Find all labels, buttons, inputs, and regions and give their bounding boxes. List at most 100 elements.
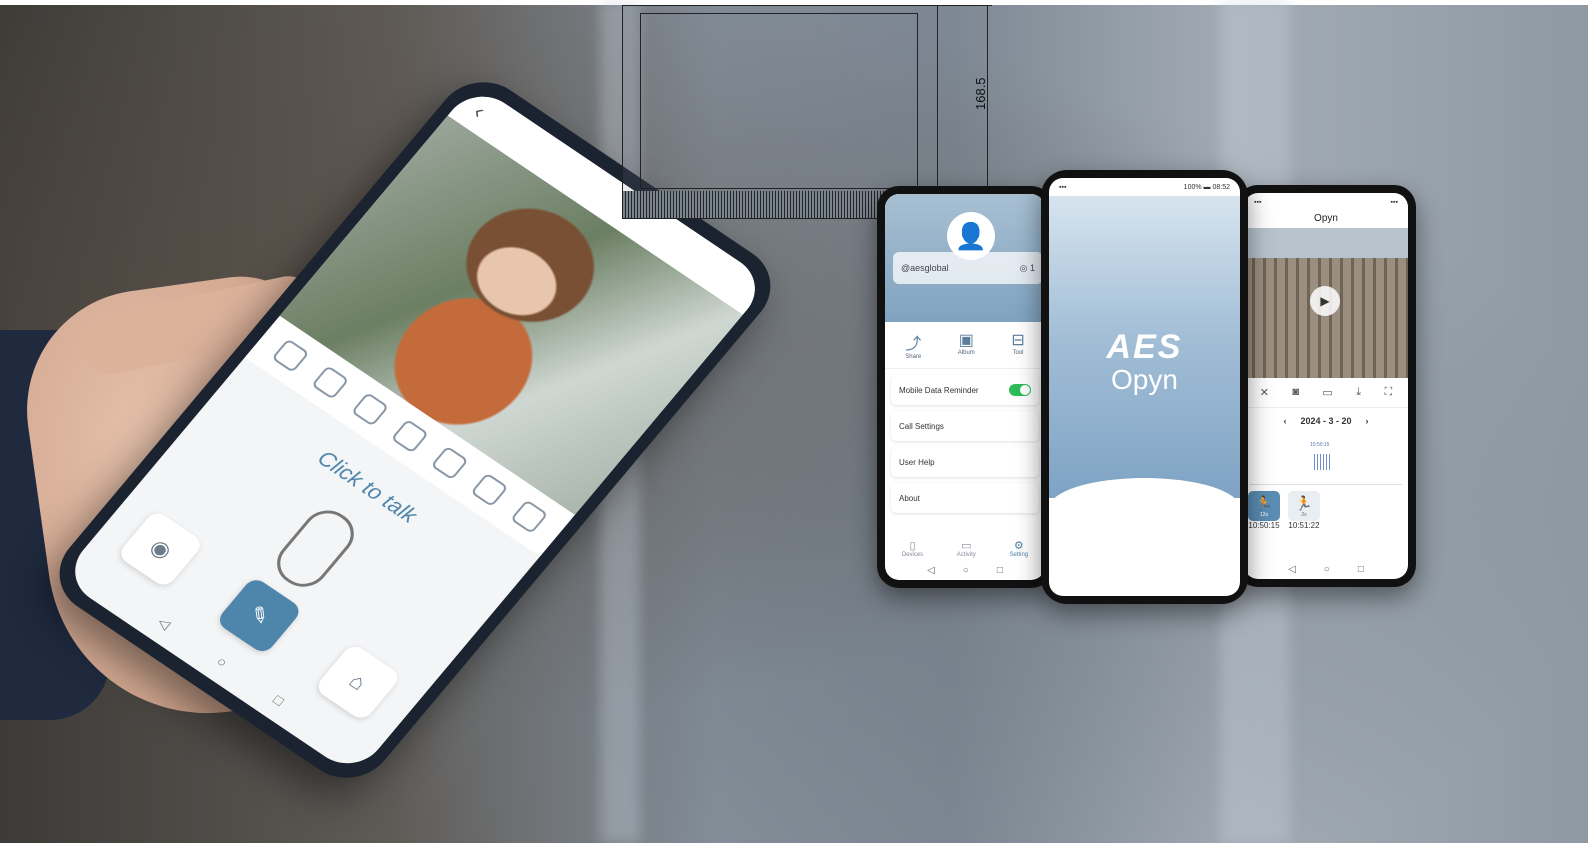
- page-title: Opyn: [1314, 213, 1338, 224]
- dimension-label: 168.5: [973, 77, 988, 110]
- back-nav-icon[interactable]: ◁: [154, 614, 174, 633]
- timeline[interactable]: 10:50:15: [1250, 434, 1402, 485]
- album-button[interactable]: ▣ Album: [958, 330, 975, 360]
- album-label: Album: [957, 350, 975, 356]
- splash-phone: ▪▪▪ 100% ▬ 08:52 AES Opyn: [1041, 170, 1248, 604]
- tab-setting[interactable]: ⚙ Setting: [1009, 539, 1028, 558]
- signal-icon: ▪▪▪: [1059, 183, 1067, 191]
- event-duration: 2s: [1301, 511, 1307, 518]
- battery-level: 100%: [1183, 183, 1202, 191]
- date-label: 2024 - 3 - 20: [1300, 416, 1352, 426]
- device-count-value: 1: [1029, 262, 1035, 273]
- speaker-icon[interactable]: [271, 338, 310, 373]
- motion-icon: 🏃 12s: [1248, 491, 1280, 521]
- tab-label: Activity: [956, 552, 976, 558]
- prev-date-icon[interactable]: ‹: [1283, 416, 1286, 426]
- event-item[interactable]: 🏃 2s 10:51:22: [1288, 491, 1320, 530]
- settings-screen: 👤 @aesglobal ◎ 1 ⤴ Share ▣ Album ⊟ Tool Mob…: [885, 194, 1045, 580]
- timeline-activity: [1314, 454, 1332, 470]
- recent-nav-icon[interactable]: □: [997, 565, 1003, 576]
- devices-icon: ▯: [909, 540, 916, 552]
- event-time: 10:51:22: [1288, 521, 1320, 530]
- row-label: Mobile Data Reminder: [899, 385, 979, 395]
- tab-label: Devices: [901, 552, 924, 558]
- event-time: 10:50:15: [1248, 521, 1280, 530]
- talk-button[interactable]: ✎: [214, 575, 304, 656]
- share-icon: ⤴: [905, 336, 922, 353]
- dimension-extension-top: [936, 5, 992, 6]
- date-selector: ‹ 2024 - 3 - 20 ›: [1244, 408, 1408, 434]
- system-nav: ◁ ○ □: [885, 565, 1045, 576]
- status-bar: ▪▪▪ ▪▪▪: [1254, 198, 1398, 206]
- tool-button[interactable]: ⊟ Tool: [1011, 330, 1024, 360]
- back-nav-icon[interactable]: ◁: [927, 565, 935, 576]
- image-icon: ▣: [958, 332, 974, 349]
- settings-row-mobile-data[interactable]: Mobile Data Reminder: [891, 375, 1039, 405]
- recent-nav-icon[interactable]: □: [269, 691, 287, 709]
- play-icon[interactable]: ▶: [1310, 286, 1340, 316]
- unlock-button[interactable]: ⌂: [313, 642, 402, 722]
- tool-label: Tool: [1012, 350, 1024, 356]
- gear-icon: ⚙: [1013, 540, 1024, 552]
- video-controls: ✕ ◙ ▭ ⤓ ⛶: [1244, 378, 1408, 408]
- back-nav-icon[interactable]: ◁: [1288, 564, 1296, 575]
- status-time: 08:52: [1212, 183, 1230, 191]
- event-list: 🏃 12s 10:50:15 🏃 2s 10:51:22: [1244, 485, 1408, 536]
- tab-activity[interactable]: ▭ Activity: [957, 539, 976, 558]
- activity-icon: ▭: [961, 540, 972, 552]
- settings-row-about[interactable]: About: [891, 483, 1039, 513]
- chevron-left-icon[interactable]: ‹: [468, 99, 490, 123]
- live-view-screen: ▪▪▪ ▪▪▪ Opyn ▶ ✕ ◙ ▭ ⤓ ⛶ ‹ 2024 - 3 - 20 …: [1244, 193, 1408, 579]
- share-label: Share: [905, 354, 922, 360]
- product-name: Opyn: [1111, 364, 1178, 395]
- background-photo: ‹ Click to talk ◉ ✎ ⌂ ◁ ○ □ 168.5 👤 @aes…: [0, 0, 1588, 843]
- home-nav-icon[interactable]: ○: [963, 565, 969, 576]
- mute-icon[interactable]: ✕: [1260, 386, 1269, 399]
- recent-nav-icon[interactable]: □: [1358, 564, 1364, 575]
- settings-phone: 👤 @aesglobal ◎ 1 ⤴ Share ▣ Album ⊟ Tool Mob…: [877, 186, 1053, 588]
- door-icon[interactable]: [390, 418, 430, 454]
- fullscreen-icon[interactable]: ⛶: [1385, 386, 1393, 399]
- settings-row-user-help[interactable]: User Help: [891, 447, 1039, 477]
- home-nav-icon[interactable]: ○: [1324, 564, 1330, 575]
- record-icon[interactable]: [350, 392, 390, 427]
- system-nav: ◁ ○ □: [1244, 564, 1408, 575]
- settings-row-call-settings[interactable]: Call Settings: [891, 411, 1039, 441]
- tab-label: Setting: [1009, 552, 1029, 558]
- event-item[interactable]: 🏃 12s 10:50:15: [1248, 491, 1280, 530]
- camera-icon[interactable]: [311, 365, 350, 400]
- home-nav-icon[interactable]: ○: [213, 653, 230, 671]
- download-icon[interactable]: ⤓: [1356, 386, 1361, 399]
- account-card[interactable]: @aesglobal ◎ 1: [893, 252, 1043, 284]
- toolbox-icon: ⊟: [1011, 332, 1025, 349]
- event-duration: 12s: [1259, 511, 1269, 518]
- bottom-tabs: ▯ Devices ▭ Activity ⚙ Setting: [885, 539, 1045, 558]
- motion-icon: 🏃 2s: [1288, 491, 1320, 521]
- mobile-data-toggle[interactable]: [1009, 384, 1031, 396]
- share-button[interactable]: ⤴ Share: [905, 330, 921, 360]
- row-label: Call Settings: [899, 421, 944, 431]
- dimension-inner-outline: [640, 13, 918, 189]
- splash-screen: ▪▪▪ 100% ▬ 08:52 AES Opyn: [1049, 178, 1240, 596]
- username: @aesglobal: [901, 263, 949, 273]
- status-bar: ▪▪▪ 100% ▬ 08:52: [1049, 178, 1240, 196]
- row-label: User Help: [899, 457, 935, 467]
- camera-icon[interactable]: ◙: [1292, 386, 1299, 399]
- brand-logo: AES: [1106, 328, 1183, 366]
- tools-row: ⤴ Share ▣ Album ⊟ Tool: [885, 322, 1045, 369]
- camera-button[interactable]: ◉: [116, 509, 206, 590]
- recorded-video: ▶: [1244, 228, 1408, 378]
- microphone-icon[interactable]: [266, 501, 364, 596]
- door-icon[interactable]: [470, 472, 509, 508]
- timeline-cursor-label: 10:50:15: [1310, 442, 1330, 448]
- door-icon[interactable]: [510, 499, 549, 534]
- tab-devices[interactable]: ▯ Devices: [902, 539, 923, 558]
- row-label: About: [899, 493, 920, 503]
- next-date-icon[interactable]: ›: [1366, 416, 1369, 426]
- device-count: ◎ 1: [1019, 262, 1035, 273]
- status-right: 100% ▬ 08:52: [1183, 183, 1230, 191]
- profile-header: 👤 @aesglobal ◎ 1: [885, 194, 1045, 322]
- door-icon[interactable]: [430, 445, 469, 481]
- record-icon[interactable]: ▭: [1322, 386, 1332, 399]
- live-view-phone: ▪▪▪ ▪▪▪ Opyn ▶ ✕ ◙ ▭ ⤓ ⛶ ‹ 2024 - 3 - 20 …: [1236, 185, 1416, 587]
